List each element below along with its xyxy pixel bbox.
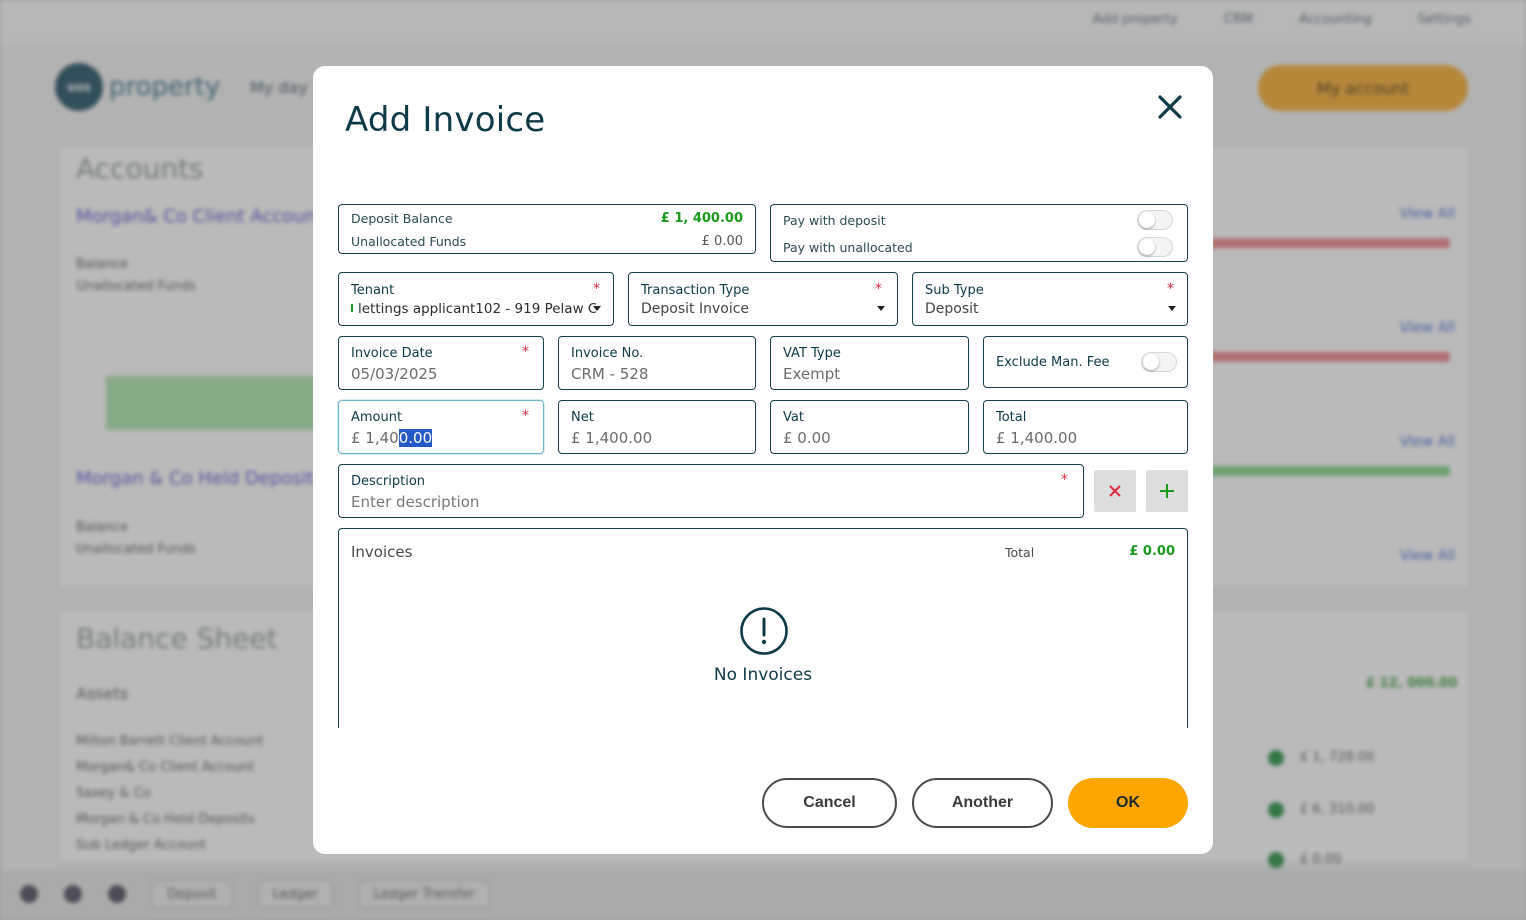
- chevron-down-icon: [593, 306, 601, 311]
- invoice-date-label: Invoice Date: [351, 346, 433, 361]
- invoice-number-field[interactable]: Invoice No. CRM - 528: [558, 336, 756, 390]
- net-field[interactable]: Net £ 1,400.00: [558, 400, 756, 454]
- invoices-total-value: £ 0.00: [1129, 544, 1175, 559]
- chevron-down-icon: [877, 306, 885, 311]
- transaction-type-label: Transaction Type: [641, 283, 750, 298]
- add-invoice-dialog: Add Invoice Deposit Balance £ 1, 400.00 …: [313, 66, 1213, 854]
- amount-value-selection: 0.00: [398, 429, 433, 447]
- close-icon: [1158, 95, 1182, 119]
- deposit-balance-label: Deposit Balance: [351, 211, 453, 226]
- empty-state-text: No Invoices: [713, 665, 813, 685]
- tenant-label: Tenant: [351, 283, 395, 298]
- status-indicator: [351, 304, 353, 312]
- total-label: Total: [996, 410, 1027, 425]
- description-label: Description: [351, 474, 426, 489]
- net-label: Net: [571, 410, 594, 425]
- vat-label: Vat: [783, 410, 804, 425]
- required-marker: *: [593, 281, 600, 297]
- vat-value: £ 0.00: [783, 429, 831, 447]
- vat-type-value: Exempt: [783, 365, 841, 383]
- unallocated-funds-value: £ 0.00: [701, 234, 743, 249]
- tenant-select[interactable]: Tenant * lettings applicant102 - 919 Pel…: [338, 272, 614, 326]
- vat-type-field[interactable]: VAT Type Exempt: [770, 336, 969, 390]
- transaction-type-value: Deposit Invoice: [641, 301, 750, 317]
- invoice-date-value: 05/03/2025: [351, 365, 438, 383]
- sub-type-value: Deposit: [925, 301, 979, 317]
- required-marker: *: [522, 408, 529, 424]
- invoices-heading: Invoices: [351, 543, 413, 561]
- total-field[interactable]: Total £ 1,400.00: [983, 400, 1188, 454]
- deposit-balance-value: £ 1, 400.00: [660, 211, 743, 226]
- toggle-knob: [1139, 212, 1155, 228]
- total-value: £ 1,400.00: [996, 429, 1078, 447]
- sub-type-label: Sub Type: [925, 283, 984, 298]
- sub-type-select[interactable]: Sub Type * Deposit: [912, 272, 1188, 326]
- cancel-button[interactable]: Cancel: [762, 778, 897, 828]
- pay-with-unallocated-toggle[interactable]: [1137, 237, 1173, 257]
- vat-type-label: VAT Type: [783, 346, 841, 361]
- invoice-date-field[interactable]: Invoice Date * 05/03/2025: [338, 336, 544, 390]
- amount-label: Amount: [351, 410, 403, 425]
- unallocated-funds-label: Unallocated Funds: [351, 234, 467, 249]
- pay-with-unallocated-label: Pay with unallocated: [783, 240, 913, 255]
- invoices-total-label: Total: [1005, 545, 1035, 560]
- vat-field[interactable]: Vat £ 0.00: [770, 400, 969, 454]
- net-value: £ 1,400.00: [571, 429, 653, 447]
- invoice-number-value: CRM - 528: [571, 365, 649, 383]
- clear-description-button[interactable]: [1094, 470, 1136, 512]
- ok-button[interactable]: OK: [1068, 778, 1188, 828]
- description-input[interactable]: Description * Enter description: [338, 464, 1084, 518]
- transaction-type-select[interactable]: Transaction Type * Deposit Invoice: [628, 272, 898, 326]
- exclude-fee-label: Exclude Man. Fee: [996, 355, 1110, 370]
- add-line-button[interactable]: [1146, 470, 1188, 512]
- exclamation-circle-icon: [740, 607, 788, 655]
- another-button[interactable]: Another: [912, 778, 1053, 828]
- x-icon: [1109, 485, 1121, 497]
- invoices-panel: Invoices Total £ 0.00 No Invoices: [338, 528, 1188, 728]
- tenant-value: lettings applicant102 - 919 Pelaw Cres: [358, 301, 596, 317]
- plus-icon: [1160, 484, 1174, 498]
- invoice-number-label: Invoice No.: [571, 346, 644, 361]
- amount-input[interactable]: Amount * £ 1,400.00: [338, 400, 544, 454]
- toggle-knob: [1143, 354, 1159, 370]
- pay-with-deposit-label: Pay with deposit: [783, 213, 886, 228]
- deposit-balance-panel: Deposit Balance £ 1, 400.00 Unallocated …: [338, 204, 756, 254]
- exclude-fee-panel: Exclude Man. Fee: [983, 336, 1188, 388]
- amount-value-unselected: £ 1,40: [351, 429, 399, 447]
- required-marker: *: [1167, 281, 1174, 297]
- toggle-knob: [1139, 239, 1155, 255]
- description-placeholder: Enter description: [351, 493, 480, 511]
- exclude-fee-toggle[interactable]: [1141, 352, 1177, 372]
- required-marker: *: [875, 281, 882, 297]
- close-button[interactable]: [1155, 92, 1185, 122]
- dialog-title: Add Invoice: [345, 100, 546, 140]
- pay-with-deposit-toggle[interactable]: [1137, 210, 1173, 230]
- required-marker: *: [1061, 472, 1068, 488]
- amount-value: £ 1,400.00: [351, 429, 433, 447]
- payment-options-panel: Pay with deposit Pay with unallocated: [770, 204, 1188, 262]
- required-marker: *: [522, 344, 529, 360]
- chevron-down-icon: [1168, 306, 1176, 311]
